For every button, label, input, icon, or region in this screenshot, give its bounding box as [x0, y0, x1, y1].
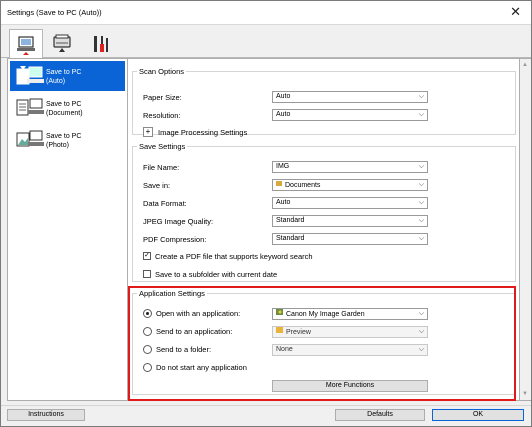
subfolder-label: Save to a subfolder with current date [155, 270, 278, 279]
settings-scrollbar[interactable]: ▲ ▼ [520, 58, 531, 401]
computer-scan-icon [17, 35, 35, 55]
file-name-row: File Name: IMG ⌵ [143, 161, 439, 173]
pdf-compression-select[interactable]: Standard ⌵ [272, 233, 428, 245]
save-to-pc-document-icon [16, 98, 44, 116]
mode-label: Save to PC (Document) [46, 101, 83, 117]
instructions-button[interactable]: Instructions [7, 409, 85, 421]
mode-item-save-to-pc-document[interactable]: Save to PC (Document) [10, 93, 125, 123]
tab-scan-from-computer[interactable] [9, 29, 43, 59]
file-name-select[interactable]: IMG ⌵ [272, 161, 428, 173]
title-bar: Settings (Save to PC (Auto)) ✕ [1, 1, 531, 25]
chevron-down-icon: ⌵ [418, 111, 424, 118]
scan-options-legend: Scan Options [139, 67, 185, 76]
save-to-pc-photo-icon [16, 130, 44, 147]
save-in-label: Save in: [143, 181, 171, 190]
jpeg-quality-label: JPEG Image Quality: [143, 217, 214, 226]
mode-item-save-to-pc-photo[interactable]: Save to PC (Photo) [10, 125, 125, 155]
resolution-value: Auto [276, 111, 291, 118]
resolution-label: Resolution: [143, 111, 181, 120]
file-name-label: File Name: [143, 163, 180, 172]
scroll-down-icon[interactable]: ▼ [522, 391, 528, 397]
image-processing-row: + Image Processing Settings [143, 127, 439, 139]
ok-button[interactable]: OK [432, 409, 524, 421]
resolution-select[interactable]: Auto ⌵ [272, 109, 428, 121]
save-in-select[interactable]: Documents ⌵ [272, 179, 428, 191]
defaults-button[interactable]: Defaults [335, 409, 425, 421]
jpeg-quality-select[interactable]: Standard ⌵ [272, 215, 428, 227]
create-pdf-label: Create a PDF file that supports keyword … [155, 252, 313, 261]
file-name-value: IMG [276, 163, 290, 170]
paper-size-label: Paper Size: [143, 93, 182, 102]
chevron-down-icon: ⌵ [418, 235, 424, 242]
paper-size-select[interactable]: Auto ⌵ [272, 91, 428, 103]
subfolder-checkbox[interactable] [143, 270, 151, 278]
resolution-row: Resolution: Auto ⌵ [143, 109, 439, 121]
chevron-down-icon: ⌵ [418, 163, 424, 170]
close-icon[interactable]: ✕ [510, 4, 521, 20]
data-format-row: Data Format: Auto ⌵ [143, 197, 439, 209]
subfolder-row: Save to a subfolder with current date [143, 269, 439, 281]
data-format-value: Auto [276, 199, 291, 206]
scroll-up-icon[interactable]: ▲ [522, 62, 528, 68]
data-format-label: Data Format: [143, 199, 187, 208]
expand-image-processing-button[interactable]: + [143, 127, 153, 137]
jpeg-quality-row: JPEG Image Quality: Standard ⌵ [143, 215, 439, 227]
paper-size-value: Auto [276, 93, 291, 100]
jpeg-quality-value: Standard [276, 217, 305, 224]
save-settings-group: Save Settings File Name: IMG ⌵ Save in: D… [132, 142, 516, 282]
data-format-select[interactable]: Auto ⌵ [272, 197, 428, 209]
pdf-compression-row: PDF Compression: Standard ⌵ [143, 233, 439, 245]
tab-scan-from-panel[interactable] [45, 29, 79, 58]
mode-list: Save to PC (Auto) Save to PC (Document) … [7, 58, 128, 401]
tools-icon [94, 36, 108, 52]
settings-toolbar [1, 26, 531, 59]
mode-label: Save to PC (Auto) [46, 69, 82, 85]
chevron-down-icon: ⌵ [418, 199, 424, 206]
window-title: Settings (Save to PC (Auto)) [7, 8, 102, 17]
save-in-row: Save in: Documents ⌵ [143, 179, 439, 191]
settings-window: Settings (Save to PC (Auto)) ✕ Save to P… [0, 0, 532, 427]
scan-options-group: Scan Options Paper Size: Auto ⌵ Resolutio… [132, 67, 516, 137]
pdf-compression-label: PDF Compression: [143, 235, 207, 244]
save-settings-legend: Save Settings [139, 142, 186, 151]
image-processing-label: Image Processing Settings [158, 128, 248, 137]
mode-label: Save to PC (Photo) [46, 133, 82, 149]
application-settings-highlight [128, 286, 516, 401]
footer-divider [1, 405, 531, 406]
chevron-down-icon: ⌵ [418, 217, 424, 224]
chevron-down-icon: ⌵ [418, 181, 424, 188]
chevron-down-icon: ⌵ [418, 93, 424, 100]
paper-size-row: Paper Size: Auto ⌵ [143, 91, 439, 103]
pdf-compression-value: Standard [276, 235, 305, 242]
mode-item-save-to-pc-auto[interactable]: Save to PC (Auto) [10, 61, 125, 91]
save-in-value: Documents [285, 181, 321, 189]
create-pdf-row: ✓ Create a PDF file that supports keywor… [143, 251, 439, 263]
folder-icon [276, 180, 282, 190]
tab-general-settings[interactable] [83, 29, 117, 58]
save-to-pc-auto-icon [16, 66, 44, 85]
create-pdf-checkbox[interactable]: ✓ [143, 252, 151, 260]
scanner-icon [53, 34, 71, 52]
